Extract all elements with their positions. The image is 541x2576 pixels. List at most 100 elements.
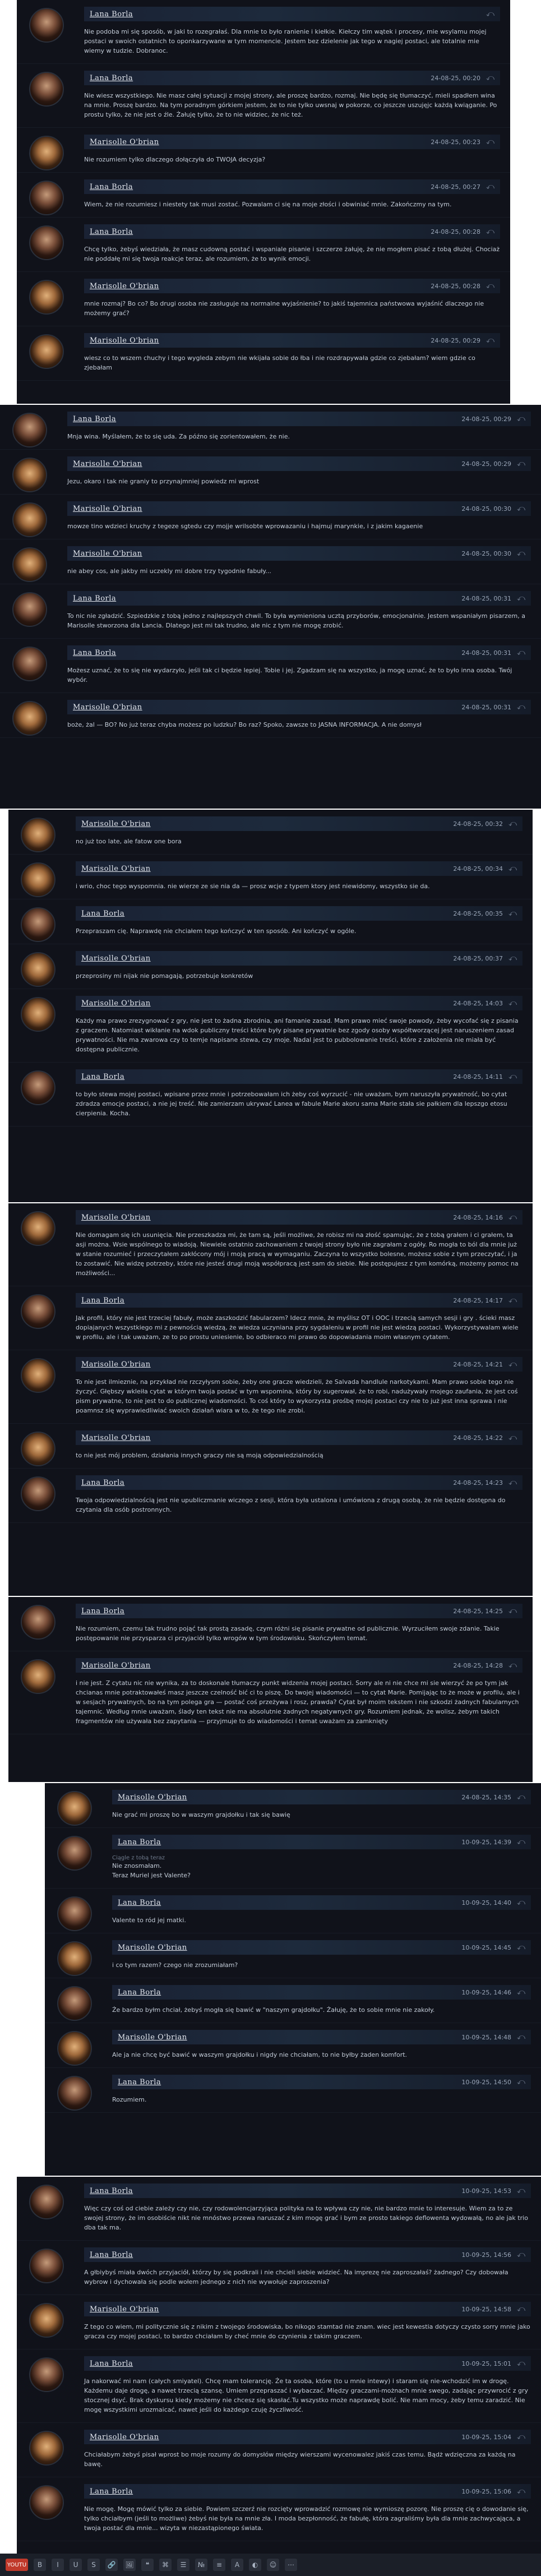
avatar[interactable] bbox=[21, 818, 56, 852]
avatar[interactable] bbox=[21, 1358, 56, 1393]
quote-reply-icon[interactable]: ⤺ bbox=[508, 1433, 517, 1442]
author-name-link[interactable]: Lana Borla bbox=[90, 228, 133, 236]
text-color-icon[interactable]: A bbox=[231, 2559, 243, 2571]
author-name-link[interactable]: Marisolle O'brian bbox=[81, 1213, 151, 1222]
quote-reply-icon[interactable]: ⤺ bbox=[517, 2186, 525, 2195]
quote-reply-icon[interactable]: ⤺ bbox=[508, 1606, 517, 1615]
author-name-link[interactable]: Marisolle O'brian bbox=[81, 999, 151, 1008]
avatar[interactable] bbox=[21, 907, 56, 942]
author-name-link[interactable]: Marisolle O'brian bbox=[118, 2033, 187, 2042]
avatar[interactable] bbox=[12, 701, 47, 736]
avatar[interactable] bbox=[12, 413, 47, 447]
author-name-link[interactable]: Marisolle O'brian bbox=[90, 138, 159, 146]
quote-reply-icon[interactable]: ⤺ bbox=[486, 73, 494, 82]
quote-reply-icon[interactable]: ⤺ bbox=[517, 594, 525, 603]
quote-reply-icon[interactable]: ⤺ bbox=[517, 1988, 525, 1997]
image-icon[interactable]: 🖼 bbox=[123, 2559, 136, 2571]
author-name-link[interactable]: Lana Borla bbox=[90, 183, 133, 191]
quote-reply-icon[interactable]: ⤺ bbox=[486, 137, 494, 146]
quote-reply-icon[interactable]: ⤺ bbox=[517, 2033, 525, 2042]
avatar[interactable] bbox=[29, 72, 64, 107]
author-name-link[interactable]: Marisolle O'brian bbox=[73, 460, 142, 468]
author-name-link[interactable]: Lana Borla bbox=[73, 415, 116, 423]
avatar[interactable] bbox=[12, 647, 47, 681]
author-name-link[interactable]: Marisolle O'brian bbox=[118, 1793, 187, 1802]
quote-reply-icon[interactable]: ⤺ bbox=[517, 2359, 525, 2368]
quote-reply-icon[interactable]: ⤺ bbox=[517, 2078, 525, 2086]
quote-reply-icon[interactable]: ⤺ bbox=[517, 2305, 525, 2314]
author-name-link[interactable]: Marisolle O'brian bbox=[81, 1661, 151, 1670]
author-name-link[interactable]: Marisolle O'brian bbox=[81, 865, 151, 873]
author-name-link[interactable]: Lana Borla bbox=[73, 649, 116, 657]
quote-reply-icon[interactable]: ⤺ bbox=[486, 10, 494, 19]
author-name-link[interactable]: Lana Borla bbox=[81, 1073, 124, 1081]
quote-reply-icon[interactable]: ⤺ bbox=[508, 1478, 517, 1487]
avatar[interactable] bbox=[12, 547, 47, 582]
quote-reply-icon[interactable]: ⤺ bbox=[508, 1661, 517, 1670]
author-name-link[interactable]: Marisolle O'brian bbox=[73, 550, 142, 558]
quote-reply-icon[interactable]: ⤺ bbox=[517, 703, 525, 712]
avatar[interactable] bbox=[29, 2303, 64, 2338]
author-name-link[interactable]: Lana Borla bbox=[90, 74, 133, 82]
quote-reply-icon[interactable]: ⤺ bbox=[517, 1838, 525, 1846]
quote-reply-icon[interactable]: ⤺ bbox=[508, 819, 517, 828]
author-name-link[interactable]: Marisolle O'brian bbox=[81, 1360, 151, 1369]
author-name-link[interactable]: Marisolle O'brian bbox=[118, 1943, 187, 1952]
avatar[interactable] bbox=[21, 997, 56, 1032]
author-name-link[interactable]: Lana Borla bbox=[81, 910, 124, 918]
italic-button[interactable]: I bbox=[52, 2559, 64, 2571]
avatar[interactable] bbox=[21, 1659, 56, 1694]
avatar[interactable] bbox=[29, 2485, 64, 2520]
author-name-link[interactable]: Lana Borla bbox=[118, 2078, 161, 2086]
avatar[interactable] bbox=[29, 2431, 64, 2466]
quote-reply-icon[interactable]: ⤺ bbox=[508, 954, 517, 963]
quote-reply-icon[interactable]: ⤺ bbox=[508, 864, 517, 873]
quote-reply-icon[interactable]: ⤺ bbox=[508, 1296, 517, 1305]
quote-reply-icon[interactable]: ⤺ bbox=[486, 227, 494, 236]
author-name-link[interactable]: Lana Borla bbox=[90, 2187, 133, 2195]
avatar[interactable] bbox=[57, 2076, 92, 2111]
quote-reply-icon[interactable]: ⤺ bbox=[486, 336, 494, 345]
link-icon[interactable]: 🔗 bbox=[105, 2559, 118, 2571]
quote-reply-icon[interactable]: ⤺ bbox=[517, 459, 525, 468]
avatar[interactable] bbox=[29, 2357, 64, 2392]
author-name-link[interactable]: Marisolle O'brian bbox=[81, 1434, 151, 1442]
underline-button[interactable]: U bbox=[70, 2559, 82, 2571]
quote-reply-icon[interactable]: ⤺ bbox=[486, 281, 494, 290]
avatar[interactable] bbox=[21, 1294, 56, 1329]
quote-reply-icon[interactable]: ⤺ bbox=[517, 2432, 525, 2441]
quote-reply-icon[interactable]: ⤺ bbox=[517, 1793, 525, 1802]
avatar[interactable] bbox=[57, 1941, 92, 1976]
avatar[interactable] bbox=[57, 2031, 92, 2066]
align-icon[interactable]: ≡ bbox=[213, 2559, 225, 2571]
quote-icon[interactable]: ❝ bbox=[141, 2559, 154, 2571]
avatar[interactable] bbox=[57, 1896, 92, 1931]
quote-reply-icon[interactable]: ⤺ bbox=[517, 549, 525, 558]
spoiler-icon[interactable]: ◐ bbox=[249, 2559, 261, 2571]
avatar[interactable] bbox=[29, 334, 64, 369]
author-name-link[interactable]: Lana Borla bbox=[90, 2360, 133, 2368]
author-name-link[interactable]: Marisolle O'brian bbox=[73, 703, 142, 712]
avatar[interactable] bbox=[57, 1986, 92, 2021]
avatar[interactable] bbox=[29, 136, 64, 170]
youtube-badge[interactable]: YOUTU bbox=[6, 2559, 28, 2571]
author-name-link[interactable]: Marisolle O'brian bbox=[73, 505, 142, 513]
author-name-link[interactable]: Marisolle O'brian bbox=[81, 954, 151, 963]
author-name-link[interactable]: Marisolle O'brian bbox=[90, 282, 159, 290]
author-name-link[interactable]: Lana Borla bbox=[81, 1296, 124, 1305]
quote-reply-icon[interactable]: ⤺ bbox=[517, 504, 525, 513]
code-icon[interactable]: ⌘ bbox=[159, 2559, 172, 2571]
avatar[interactable] bbox=[12, 502, 47, 537]
avatar[interactable] bbox=[29, 2249, 64, 2283]
author-name-link[interactable]: Lana Borla bbox=[73, 594, 116, 603]
avatar[interactable] bbox=[21, 1432, 56, 1466]
author-name-link[interactable]: Marisolle O'brian bbox=[81, 820, 151, 828]
avatar[interactable] bbox=[29, 280, 64, 315]
avatar[interactable] bbox=[21, 1211, 56, 1246]
quote-reply-icon[interactable]: ⤺ bbox=[508, 909, 517, 918]
quote-reply-icon[interactable]: ⤺ bbox=[517, 1898, 525, 1907]
strike-button[interactable]: S bbox=[87, 2559, 100, 2571]
avatar[interactable] bbox=[29, 8, 64, 43]
quote-reply-icon[interactable]: ⤺ bbox=[486, 182, 494, 191]
author-name-link[interactable]: Marisolle O'brian bbox=[90, 2433, 159, 2441]
